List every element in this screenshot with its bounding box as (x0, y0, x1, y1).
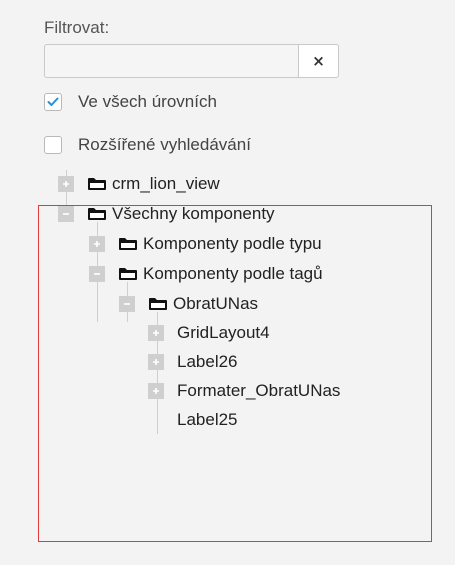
expand-toggle[interactable] (148, 325, 164, 341)
expand-toggle[interactable] (148, 354, 164, 370)
expand-toggle[interactable] (89, 236, 105, 252)
folder-icon (87, 207, 107, 221)
all-levels-checkbox[interactable] (44, 93, 62, 111)
filter-row: × (44, 44, 339, 78)
tree-node-label: ObratUNas (173, 294, 259, 313)
plus-icon (63, 181, 69, 187)
plus-icon (153, 359, 159, 365)
advanced-search-option[interactable]: Rozšířené vyhledávání (44, 135, 251, 155)
tree-node-gridlayout4[interactable]: GridLayout4 (148, 323, 270, 343)
plus-icon (153, 388, 159, 394)
tree-node-crm-lion-view[interactable]: crm_lion_view (58, 174, 220, 194)
tree-node-label: Všechny komponenty (112, 204, 275, 223)
plus-icon (153, 330, 159, 336)
tree-node-label: Komponenty podle typu (143, 234, 322, 253)
all-levels-label: Ve všech úrovních (78, 92, 217, 111)
tree-node-komponenty-podle-tagu[interactable]: Komponenty podle tagů (89, 264, 323, 284)
tree-node-label: Formater_ObratUNas (177, 381, 341, 400)
filter-panel: Filtrovat: × Ve všech úrovních Rozšířené… (0, 0, 455, 565)
minus-icon (94, 273, 100, 275)
tree-node-label25[interactable]: Label25 (177, 410, 238, 430)
filter-input[interactable] (44, 44, 298, 78)
tree-node-obratunas[interactable]: ObratUNas (119, 294, 258, 314)
tree-node-label: crm_lion_view (112, 174, 220, 193)
filter-label: Filtrovat: (44, 18, 110, 37)
tree-node-label: Label26 (177, 352, 238, 371)
tree-node-label: GridLayout4 (177, 323, 270, 342)
collapse-toggle[interactable] (119, 296, 135, 312)
advanced-search-checkbox[interactable] (44, 136, 62, 154)
tree-node-label: Komponenty podle tagů (143, 264, 323, 283)
plus-icon (94, 241, 100, 247)
folder-icon (118, 267, 138, 281)
all-levels-option[interactable]: Ve všech úrovních (44, 92, 217, 112)
tree-node-formater-obratunas[interactable]: Formater_ObratUNas (148, 381, 340, 401)
folder-icon (87, 177, 107, 191)
checkmark-icon (47, 97, 59, 106)
minus-icon (124, 303, 130, 305)
close-icon: × (312, 52, 325, 70)
tree-node-vsechny-komponenty[interactable]: Všechny komponenty (58, 204, 275, 224)
folder-icon (148, 297, 168, 311)
collapse-toggle[interactable] (58, 206, 74, 222)
expand-toggle[interactable] (58, 176, 74, 192)
clear-filter-button[interactable]: × (298, 44, 339, 78)
tree-node-label: Label25 (177, 410, 238, 429)
collapse-toggle[interactable] (89, 266, 105, 282)
folder-icon (118, 237, 138, 251)
tree-node-komponenty-podle-typu[interactable]: Komponenty podle typu (89, 234, 322, 254)
tree-node-label26[interactable]: Label26 (148, 352, 238, 372)
expand-toggle[interactable] (148, 383, 164, 399)
minus-icon (63, 213, 69, 215)
advanced-search-label: Rozšířené vyhledávání (78, 135, 251, 154)
